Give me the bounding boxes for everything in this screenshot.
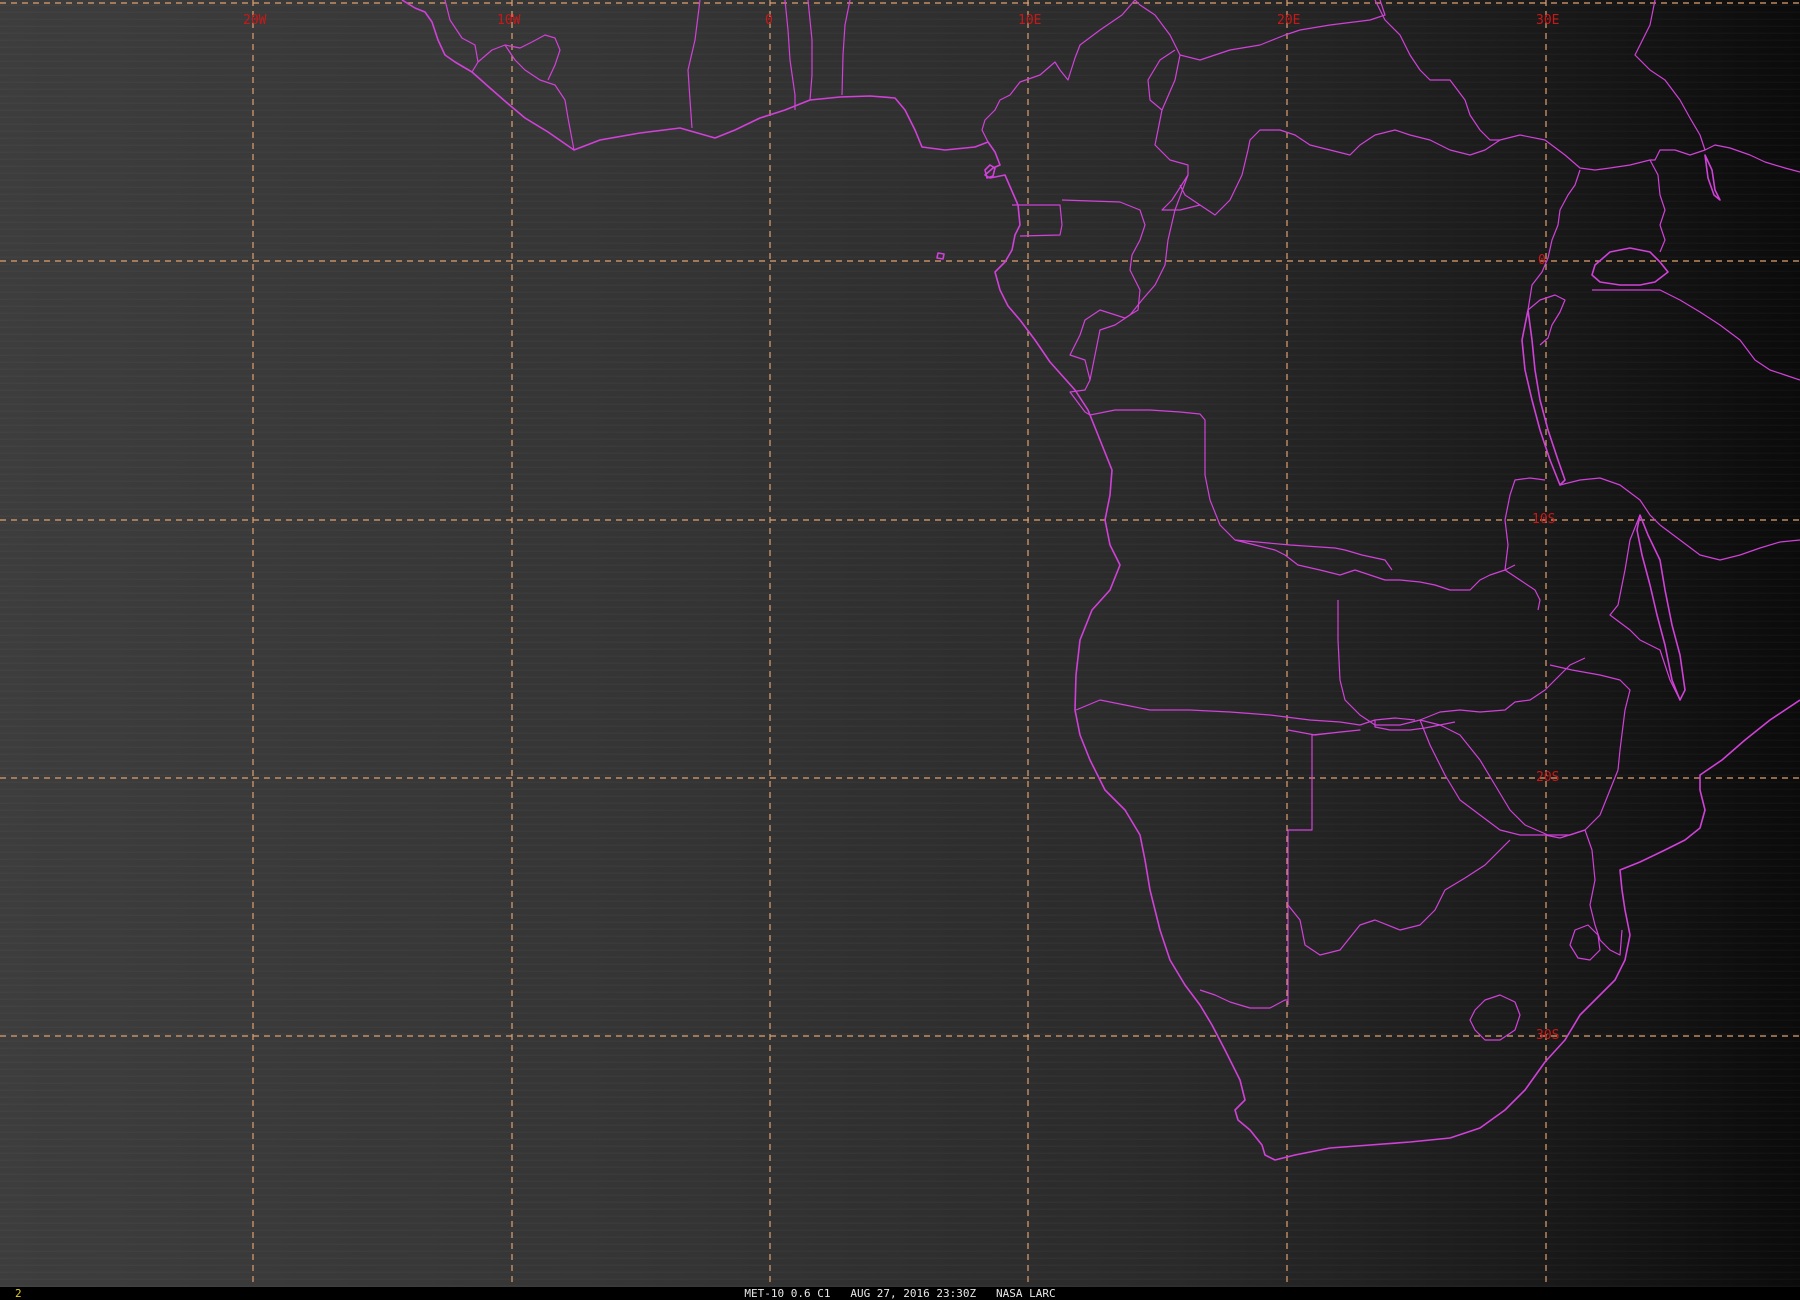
satellite-image[interactable]: 20W 10W 0 10E 20E 30E 0 10S 20S 30S	[0, 0, 1800, 1287]
border-namibia-botswana	[1287, 729, 1361, 1005]
border-west-africa-1	[444, 0, 479, 73]
border-sudan-south-sudan	[1374, 0, 1500, 141]
border-chad-sudan	[1179, 0, 1386, 61]
border-car-drc-south-sudan	[1199, 129, 1521, 216]
border-south-sudan-ethiopia	[1634, 0, 1706, 161]
border-nigeria-cameroon	[981, 0, 1136, 143]
lon-label-10e: 10E	[1018, 13, 1041, 28]
border-drc-angola	[1089, 409, 1516, 591]
lake-tana-region	[1704, 154, 1721, 201]
island-sao-tome	[936, 252, 945, 260]
lon-label-0: 0	[765, 13, 773, 28]
grid-labels: 20W 10W 0 10E 20E 30E 0 10S 20S 30S	[243, 13, 1559, 1043]
border-ethiopia-kenya	[1704, 144, 1800, 173]
border-angola-zambia	[1234, 539, 1393, 571]
border-south-africa-mozambique	[1559, 829, 1623, 956]
border-angola-namibia	[1075, 699, 1416, 726]
border-angola-zambia-south	[1337, 600, 1586, 726]
border-lesotho	[1469, 994, 1521, 1041]
border-car-north	[1147, 49, 1176, 111]
image-caption: MET-10 0.6 C1 AUG 27, 2016 23:30Z NASA L…	[744, 1287, 1056, 1300]
border-uganda-kenya-tanzania	[1592, 289, 1800, 381]
border-benin-nigeria	[841, 0, 851, 96]
border-ghana-togo	[784, 0, 796, 110]
lon-label-20w: 20W	[243, 13, 267, 28]
border-malawi-mozambique	[1609, 514, 1681, 701]
border-botswana-south-africa	[1287, 839, 1511, 956]
coastlines	[401, 0, 1800, 1161]
border-drc-uganda	[1527, 169, 1581, 311]
border-cameroon-chad-car	[1134, 0, 1201, 211]
graticule	[0, 0, 1800, 1287]
border-zambia-mozambique	[1549, 664, 1631, 771]
border-zimbabwe-mozambique	[1569, 769, 1619, 836]
border-namibia-south-africa	[1199, 989, 1288, 1009]
lake-malawi	[1636, 514, 1686, 701]
border-south-sudan-uganda	[1519, 134, 1666, 253]
lat-label-10s: 10S	[1532, 512, 1555, 527]
border-tanzania-mozambique	[1659, 524, 1800, 561]
lat-label-20s: 20S	[1536, 770, 1559, 785]
map-overlay: 20W 10W 0 10E 20E 30E 0 10S 20S 30S	[0, 0, 1800, 1287]
lon-label-20e: 20E	[1277, 13, 1300, 28]
lon-label-30e: 30E	[1536, 13, 1559, 28]
satellite-viewer: 20W 10W 0 10E 20E 30E 0 10S 20S 30S 2 ME…	[0, 0, 1800, 1300]
lat-label-30s: 30S	[1536, 1028, 1559, 1043]
border-west-africa-4	[531, 34, 561, 81]
border-ivory-ghana	[687, 0, 701, 129]
border-gabon-congo	[1061, 199, 1146, 381]
west-africa-coast	[401, 0, 1800, 1161]
border-west-africa-3	[504, 44, 575, 151]
border-congo-drc	[1069, 174, 1189, 416]
border-drc-zambia	[1504, 569, 1541, 611]
border-eswatini	[1569, 924, 1601, 961]
lake-tanganyika	[1521, 309, 1566, 486]
border-zambia-malawi-mozambique	[1559, 477, 1661, 526]
status-bar: 2 MET-10 0.6 C1 AUG 27, 2016 23:30Z NASA…	[0, 1287, 1800, 1300]
border-togo-benin	[807, 0, 813, 101]
lon-label-10w: 10W	[497, 13, 521, 28]
lake-victoria	[1591, 247, 1669, 286]
lat-label-0: 0	[1538, 253, 1546, 268]
